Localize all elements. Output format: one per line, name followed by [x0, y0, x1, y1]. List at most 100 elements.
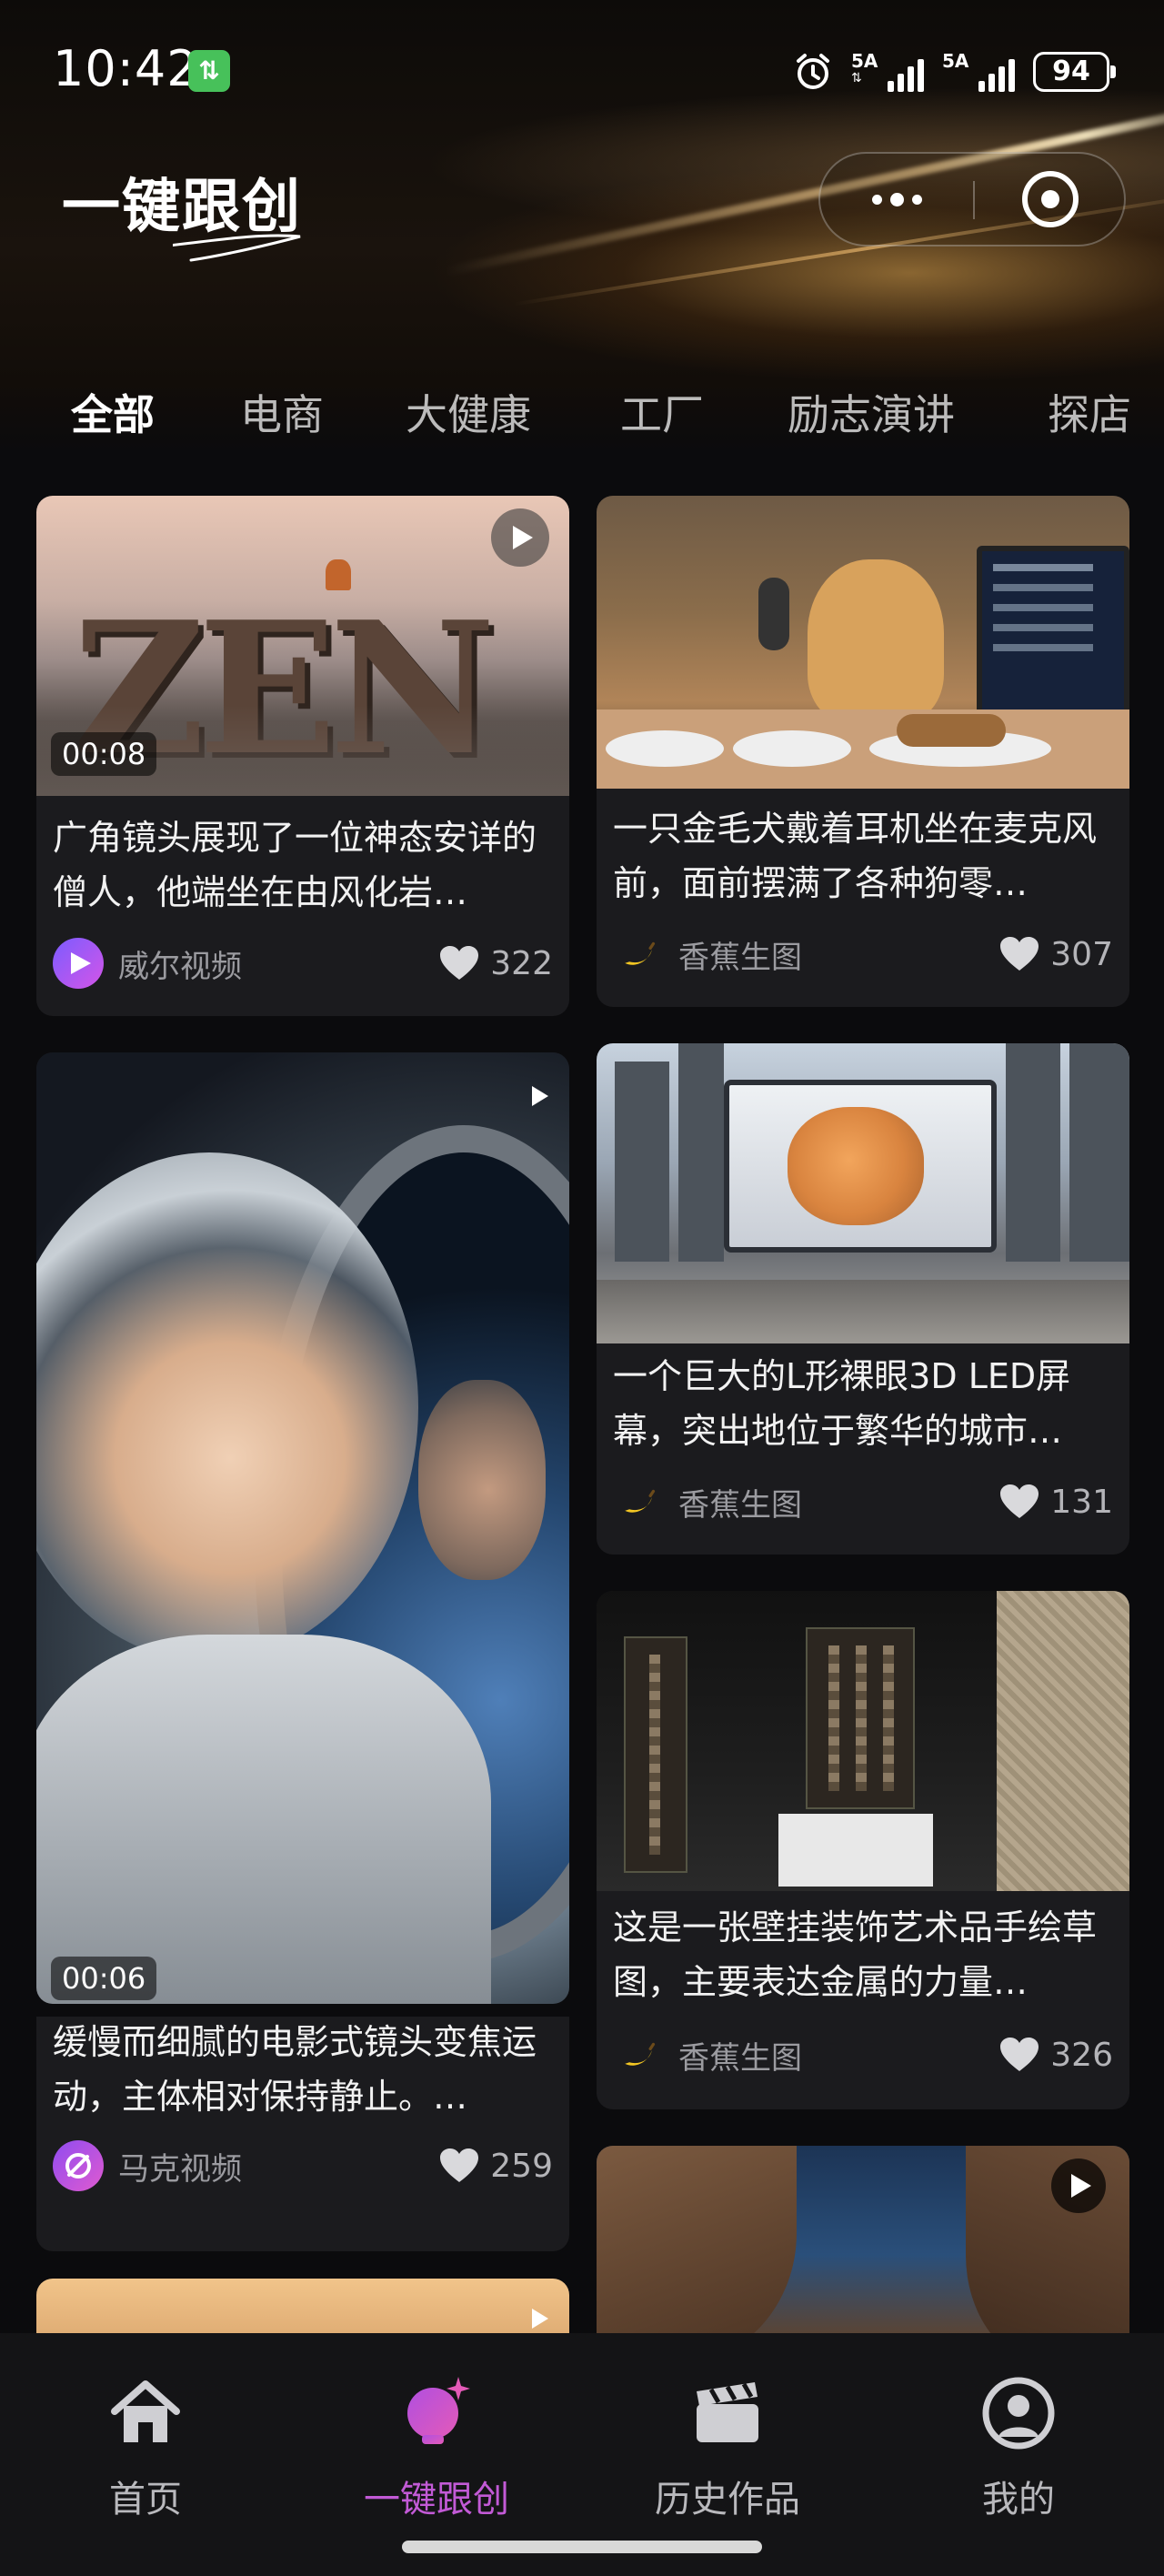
card-title: 缓慢而细腻的电影式镜头变焦运动，主体相对保持静止。…: [53, 2022, 537, 2117]
heart-icon: [440, 2148, 479, 2182]
card-likes[interactable]: 259: [439, 2140, 553, 2191]
tab-ecommerce[interactable]: 电商: [240, 382, 324, 442]
nav-create-label: 一键跟创: [364, 2479, 509, 2521]
alarm-icon: [793, 52, 833, 92]
sim1-label: 5A: [851, 50, 878, 72]
card-likes[interactable]: 322: [439, 938, 553, 989]
more-options-button[interactable]: [820, 154, 973, 245]
card-thumbnail: [597, 1043, 1129, 1343]
card-thumbnail: [597, 2146, 1129, 2333]
golden-retriever-art: [808, 559, 944, 723]
card-likes[interactable]: 307: [999, 929, 1113, 980]
rock-art: [966, 2146, 1129, 2333]
tab-all[interactable]: 全部: [71, 382, 155, 442]
network-activity-icon: ⇅: [188, 50, 230, 92]
feed-card[interactable]: 这是一张壁挂装饰艺术品手绘草图，主要表达金属的力量… 香蕉生图 326: [597, 1591, 1129, 2109]
feed-card[interactable]: ZEN 00:08 广角镜头展现了一位神态安详的僧人，他端坐在由风化岩… 威尔视…: [36, 496, 569, 1016]
building-art: [1069, 1043, 1129, 1262]
battery-icon: 94: [1033, 52, 1116, 92]
cat-art: [788, 1107, 924, 1225]
rope-art: [828, 1645, 839, 1791]
nav-history-label: 历史作品: [655, 2479, 800, 2521]
close-miniprogram-button[interactable]: [975, 154, 1126, 245]
more-dot-icon: [889, 192, 904, 206]
signal-sim1-icon: 5A ⇅: [851, 52, 924, 92]
monk-figure-art: [326, 559, 351, 590]
content-feed[interactable]: ZEN 00:08 广角镜头展现了一位神态安详的僧人，他端坐在由风化岩… 威尔视…: [0, 450, 1164, 2333]
more-dot-icon: [871, 194, 882, 205]
banana-icon: [613, 1476, 664, 1527]
burlap-closeup-art: [997, 1591, 1129, 1891]
sim1-arrows: ⇅: [851, 71, 862, 86]
heart-icon: [440, 946, 479, 980]
play-logo-icon: [53, 938, 104, 989]
feed-card[interactable]: 00:06: [36, 1052, 569, 2004]
like-count: 326: [1050, 2036, 1113, 2074]
feed-card[interactable]: 一个巨大的L形裸眼3D LED屏幕，突出地位于繁华的城市… 香蕉生图 131: [597, 1043, 1129, 1555]
spacesuit-art: [36, 1635, 491, 2004]
tab-health[interactable]: 大健康: [406, 382, 531, 442]
card-author[interactable]: 威尔视频: [53, 938, 242, 989]
nav-home[interactable]: 首页: [0, 2355, 291, 2537]
feed-card[interactable]: 一只金毛犬戴着耳机坐在麦克风前，面前摆满了各种狗零… 香蕉生图 307: [597, 496, 1129, 1007]
like-count: 259: [490, 2147, 553, 2185]
like-count: 322: [490, 944, 553, 982]
feed-card[interactable]: [36, 2279, 569, 2333]
card-author[interactable]: 香蕉生图: [613, 2029, 802, 2080]
category-tabs: 全部 电商 大健康 工厂 励志演讲 探店: [0, 382, 1164, 446]
plate-art: [606, 730, 724, 767]
tab-store-visit[interactable]: 探店: [1048, 382, 1131, 442]
author-name: 香蕉生图: [678, 1486, 802, 1524]
card-author[interactable]: 香蕉生图: [613, 929, 802, 980]
microphone-art: [758, 578, 789, 650]
rope-art: [649, 1655, 660, 1855]
magic-bulb-icon: [407, 2377, 470, 2444]
card-likes[interactable]: 131: [999, 1476, 1113, 1527]
like-count: 131: [1050, 1483, 1113, 1521]
card-title: 这是一张壁挂装饰艺术品手绘草图，主要表达金属的力量…: [613, 1907, 1098, 2002]
building-art: [615, 1062, 669, 1262]
feed-card-footer[interactable]: 缓慢而细腻的电影式镜头变焦运动，主体相对保持静止。… 马克视频 259: [36, 2017, 569, 2251]
play-icon[interactable]: [522, 2300, 558, 2333]
bottom-navigation: 首页 一键跟创 历史作品 我的: [0, 2333, 1164, 2576]
author-name: 威尔视频: [118, 948, 242, 985]
card-likes[interactable]: 326: [999, 2029, 1113, 2080]
play-icon[interactable]: [491, 508, 549, 567]
heart-icon: [1000, 937, 1039, 971]
nav-one-click-create[interactable]: 一键跟创: [291, 2355, 582, 2537]
card-thumbnail: [36, 2279, 569, 2333]
author-name: 马克视频: [118, 2150, 242, 2188]
rope-art: [883, 1645, 894, 1791]
card-title: 一个巨大的L形裸眼3D LED屏幕，突出地位于繁华的城市…: [613, 1356, 1071, 1451]
tab-factory[interactable]: 工厂: [620, 382, 704, 442]
street-art: [597, 1280, 1129, 1343]
heart-icon: [1000, 1484, 1039, 1518]
card-thumbnail: [597, 496, 1129, 789]
card-author[interactable]: 马克视频: [53, 2140, 242, 2191]
video-duration: 00:08: [51, 732, 157, 776]
card-thumbnail: ZEN 00:08: [36, 496, 569, 796]
home-icon: [111, 2380, 180, 2442]
tab-motivational-speech[interactable]: 励志演讲: [788, 382, 955, 442]
play-icon[interactable]: [1051, 2158, 1106, 2213]
nav-profile[interactable]: 我的: [873, 2355, 1164, 2537]
brand-swoosh-decoration: [173, 234, 301, 262]
nav-home-label: 首页: [109, 2479, 182, 2521]
feed-card[interactable]: [597, 2146, 1129, 2333]
status-bar: 10:42 ⇅ 5A ⇅ 5A 94: [0, 0, 1164, 136]
m-logo-icon: [53, 2140, 104, 2191]
video-duration: 00:06: [51, 1957, 157, 2000]
target-close-icon: [1022, 171, 1079, 227]
banana-icon: [613, 929, 664, 980]
clapperboard-icon: [697, 2382, 758, 2442]
signal-sim2-icon: 5A: [942, 52, 1015, 92]
status-icons: 5A ⇅ 5A 94: [793, 47, 1116, 96]
sim2-label: 5A: [942, 50, 969, 72]
card-author[interactable]: 香蕉生图: [613, 1476, 802, 1527]
play-icon[interactable]: [522, 1078, 558, 1114]
author-name: 香蕉生图: [678, 2039, 802, 2077]
card-title: 一只金毛犬戴着耳机坐在麦克风前，面前摆满了各种狗零…: [613, 809, 1098, 903]
nav-history[interactable]: 历史作品: [582, 2355, 873, 2537]
building-art: [1006, 1043, 1060, 1262]
home-indicator[interactable]: [402, 2541, 762, 2553]
